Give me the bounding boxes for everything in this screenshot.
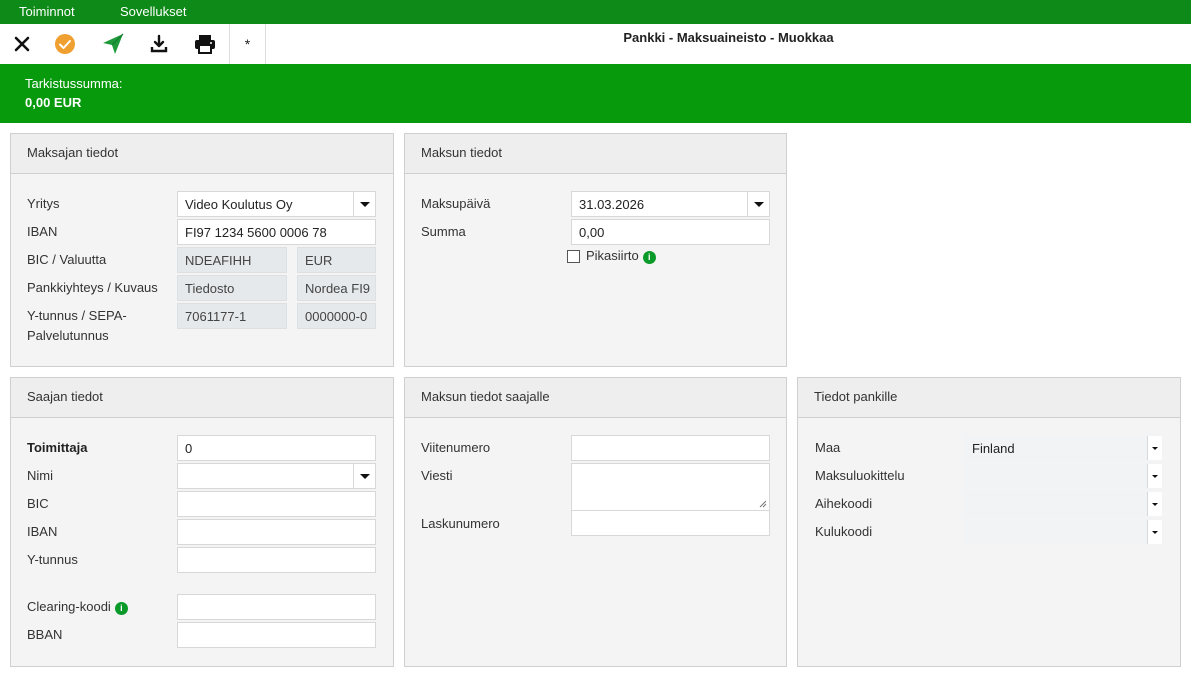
payer-sepa-field: 0000000-0: [297, 303, 376, 329]
company-value: Video Koulutus Oy: [185, 197, 293, 212]
info-icon[interactable]: i: [114, 602, 128, 615]
payee-bic-field[interactable]: [177, 491, 376, 517]
cost-code-select[interactable]: [964, 519, 1163, 545]
payee-name-label: Nimi: [27, 468, 53, 483]
menubar: Toiminnot Sovellukset: [0, 0, 1191, 24]
payer-bic-field: NDEAFIHH: [177, 247, 287, 273]
download-button[interactable]: [139, 24, 179, 64]
send-arrow-icon: [103, 33, 124, 54]
clearing-label: Clearing-koodi i: [27, 599, 128, 615]
print-button[interactable]: [185, 24, 225, 64]
chevron-down-icon: [1152, 530, 1158, 534]
payment-date-label: Maksupäivä: [421, 196, 491, 211]
payer-ytunnus-field: 7061177-1: [177, 303, 287, 329]
bank-connection-label: Pankkiyhteys / Kuvaus: [27, 280, 158, 295]
toolbar: * Pankki - Maksuaineisto - Muokkaa: [0, 24, 1191, 64]
payer-currency-field: EUR: [297, 247, 376, 273]
country-label: Maa: [815, 440, 841, 455]
ytunnus-label-line1: Y-tunnus / SEPA-: [27, 308, 127, 323]
reference-label: Viitenumero: [421, 440, 491, 455]
reference-field[interactable]: [571, 435, 770, 461]
chevron-down-icon: [753, 201, 764, 207]
invoice-field[interactable]: [571, 510, 770, 536]
payee-panel-title: Saajan tiedot: [11, 378, 393, 418]
country-dropdown-button[interactable]: [1147, 436, 1162, 460]
unsaved-indicator[interactable]: *: [229, 24, 266, 64]
country-value: Finland: [972, 441, 1015, 456]
clearing-label-text: Clearing-koodi: [27, 599, 111, 614]
bank-description-field: Nordea FI9: [297, 275, 376, 301]
printer-icon: [195, 35, 215, 54]
payer-bic-label: BIC / Valuutta: [27, 252, 107, 267]
chevron-down-icon: [1152, 446, 1158, 450]
payment-panel: Maksun tiedot Maksupäivä 31.03.2026 Summ…: [404, 133, 787, 367]
close-icon: [14, 36, 30, 52]
clearing-field[interactable]: [177, 594, 376, 620]
payee-ytunnus-field[interactable]: [177, 547, 376, 573]
payment-date-value: 31.03.2026: [579, 197, 645, 212]
message-label: Viesti: [421, 468, 453, 483]
subject-code-dropdown-button[interactable]: [1147, 492, 1162, 516]
payment-date-select[interactable]: 31.03.2026: [571, 191, 770, 217]
company-select[interactable]: Video Koulutus Oy: [177, 191, 376, 217]
payment-panel-title: Maksun tiedot: [405, 134, 786, 174]
classification-select[interactable]: [964, 463, 1163, 489]
supplier-label: Toimittaja: [27, 440, 88, 455]
express-label: Pikasiirto i: [586, 248, 656, 264]
checksum-banner: Tarkistussumma: 0,00 EUR: [0, 64, 1191, 123]
payee-iban-label: IBAN: [27, 524, 58, 539]
payer-iban-label: IBAN: [27, 224, 58, 239]
company-dropdown-button[interactable]: [353, 192, 375, 216]
bank-connection-field: Tiedosto: [177, 275, 287, 301]
sum-label: Summa: [421, 224, 466, 239]
close-button[interactable]: [2, 24, 42, 64]
supplier-field[interactable]: 0: [177, 435, 376, 461]
cost-code-dropdown-button[interactable]: [1147, 520, 1162, 544]
checksum-label: Tarkistussumma:: [25, 76, 123, 91]
subject-code-select[interactable]: [964, 491, 1163, 517]
chevron-down-icon: [1152, 502, 1158, 506]
subject-code-label: Aihekoodi: [815, 496, 873, 511]
chevron-down-icon: [359, 473, 370, 479]
info-icon[interactable]: i: [642, 251, 656, 264]
chevron-down-icon: [1152, 474, 1158, 478]
download-icon: [150, 34, 168, 53]
payer-panel-title: Maksajan tiedot: [11, 134, 393, 174]
payer-panel: Maksajan tiedot Yritys Video Koulutus Oy…: [10, 133, 394, 367]
company-label: Yritys: [27, 196, 60, 211]
bban-field[interactable]: [177, 622, 376, 648]
classification-dropdown-button[interactable]: [1147, 464, 1162, 488]
ytunnus-label-line2: Palvelutunnus: [27, 328, 109, 343]
menu-sovellukset[interactable]: Sovellukset: [120, 4, 186, 19]
bank-info-panel: Tiedot pankille Maa Finland Maksuluokitt…: [797, 377, 1181, 667]
payment-date-dropdown-button[interactable]: [747, 192, 769, 216]
express-label-text: Pikasiirto: [586, 248, 639, 263]
classification-label: Maksuluokittelu: [815, 468, 905, 483]
payment-for-payee-panel-title: Maksun tiedot saajalle: [405, 378, 786, 418]
payee-iban-field[interactable]: [177, 519, 376, 545]
payment-for-payee-panel: Maksun tiedot saajalle Viitenumero Viest…: [404, 377, 787, 667]
checksum-value: 0,00 EUR: [25, 95, 82, 110]
send-button[interactable]: [93, 24, 133, 64]
bban-label: BBAN: [27, 627, 63, 642]
payee-bic-label: BIC: [27, 496, 49, 511]
page-title: Pankki - Maksuaineisto - Muokkaa: [623, 30, 834, 45]
payee-ytunnus-label: Y-tunnus: [27, 552, 78, 567]
payer-iban-field[interactable]: FI97 1234 5600 0006 78: [177, 219, 376, 245]
payee-panel: Saajan tiedot Toimittaja 0 Nimi BIC IBAN…: [10, 377, 394, 667]
payee-name-select[interactable]: [177, 463, 376, 489]
express-checkbox[interactable]: [567, 250, 580, 263]
approve-button[interactable]: [45, 24, 85, 64]
country-select[interactable]: Finland: [964, 435, 1163, 461]
check-circle-icon: [55, 34, 75, 54]
menu-toiminnot[interactable]: Toiminnot: [19, 4, 75, 19]
resize-handle-icon[interactable]: [759, 500, 767, 508]
invoice-label: Laskunumero: [421, 516, 500, 531]
message-textarea[interactable]: [571, 463, 770, 511]
cost-code-label: Kulukoodi: [815, 524, 873, 539]
payee-name-dropdown-button[interactable]: [353, 464, 375, 488]
sum-field[interactable]: 0,00: [571, 219, 770, 245]
chevron-down-icon: [359, 201, 370, 207]
bank-info-panel-title: Tiedot pankille: [798, 378, 1180, 418]
